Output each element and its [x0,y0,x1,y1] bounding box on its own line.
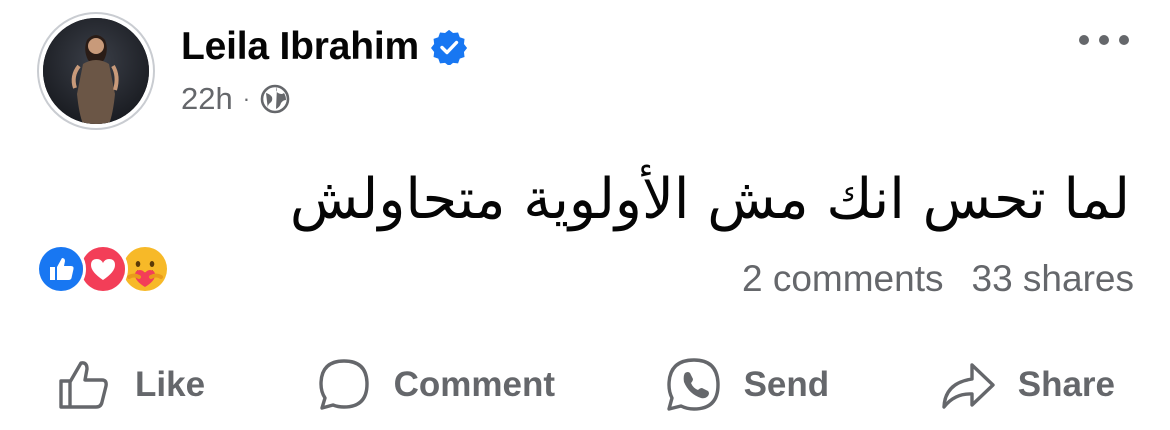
author-row: Leila Ibrahim [181,24,468,70]
thumbs-up-icon [55,355,115,415]
profile-photo [43,18,149,124]
comments-count[interactable]: 2 comments [742,256,944,302]
share-label: Share [1017,365,1115,404]
shares-count[interactable]: 33 shares [972,256,1135,302]
share-button[interactable]: Share [938,355,1115,415]
like-button[interactable]: Like [55,355,205,415]
action-bar: Like Comment Send Share [0,345,1170,425]
author-name[interactable]: Leila Ibrahim [181,24,419,70]
more-options-button[interactable] [1079,32,1129,48]
verified-badge-icon [430,29,468,66]
meta-separator: · [242,86,251,111]
share-arrow-icon [938,355,998,415]
like-label: Like [135,365,206,404]
whatsapp-icon [664,355,724,415]
like-reaction-icon [36,244,86,294]
dot-icon [1099,35,1109,45]
dot-icon [1079,35,1089,45]
engagement-counts: 2 comments 33 shares [742,256,1134,302]
post-text: لما تحس انك مش الأولوية متحاولش [289,167,1130,232]
send-label: Send [743,365,830,404]
speech-bubble-icon [314,355,374,415]
dot-icon [1119,35,1129,45]
comment-button[interactable]: Comment [314,355,555,415]
post-timestamp[interactable]: 22h [181,80,233,118]
globe-icon [260,84,290,114]
reaction-summary[interactable] [36,244,170,294]
send-button[interactable]: Send [664,355,830,415]
avatar[interactable] [37,12,155,130]
comment-label: Comment [393,365,556,404]
post-meta: 22h · [181,80,290,118]
